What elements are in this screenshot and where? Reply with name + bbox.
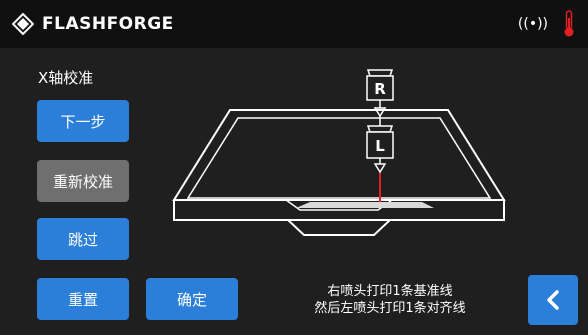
print-bed — [172, 109, 506, 236]
page-title: X轴校准 — [38, 69, 94, 87]
reset-button[interactable]: 重置 — [37, 278, 129, 320]
status-icons: ((•)) — [518, 10, 576, 38]
chevron-left-icon — [547, 290, 559, 310]
thermometer-icon — [564, 10, 574, 37]
recalibrate-button[interactable]: 重新校准 — [37, 160, 129, 202]
top-bar: FLASHFORGE ((•)) — [0, 0, 588, 48]
brand: FLASHFORGE — [12, 13, 174, 35]
instruction-line-1: 右喷头打印1条基准线 — [327, 284, 453, 299]
right-nozzle-label: R — [374, 80, 386, 98]
flashforge-logo-icon — [12, 13, 34, 35]
next-step-button[interactable]: 下一步 — [37, 100, 129, 142]
left-nozzle-line — [379, 172, 381, 202]
left-nozzle-label: L — [375, 137, 385, 155]
skip-button[interactable]: 跳过 — [37, 218, 129, 260]
instructions: 右喷头打印1条基准线 然后左喷头打印1条对齐线 — [270, 283, 510, 317]
wifi-signal-icon: ((•)) — [517, 16, 548, 32]
confirm-button[interactable]: 确定 — [146, 278, 238, 320]
back-button[interactable] — [528, 275, 578, 325]
printed-line — [296, 202, 434, 208]
calibration-illustration: R L — [172, 69, 506, 236]
instruction-line-2: 然后左喷头打印1条对齐线 — [314, 301, 466, 316]
brand-name: FLASHFORGE — [42, 14, 174, 34]
